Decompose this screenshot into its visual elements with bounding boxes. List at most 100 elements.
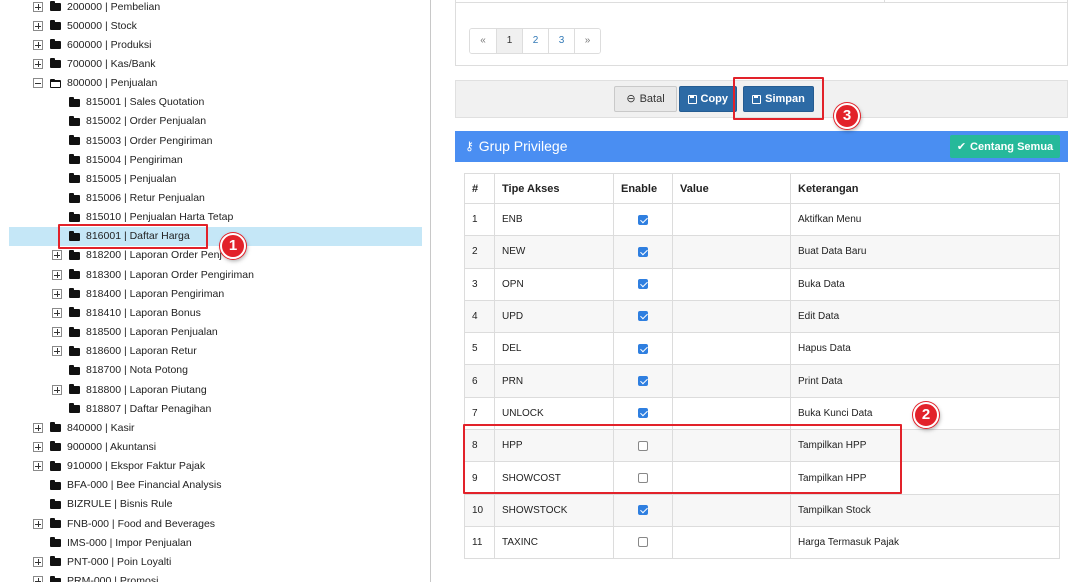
tree-node-label: 200000 | Pembelian	[67, 0, 161, 13]
expand-icon[interactable]	[52, 269, 62, 280]
collapse-icon[interactable]	[33, 78, 43, 89]
tree-node[interactable]: 500000 | Stock	[33, 16, 137, 35]
enable-checkbox[interactable]	[638, 279, 648, 290]
expand-icon[interactable]	[33, 556, 43, 567]
tree-node-label: 815006 | Retur Penjualan	[86, 192, 205, 204]
batal-button[interactable]: ⊖ Batal	[614, 86, 677, 112]
cell-value[interactable]	[672, 525, 791, 560]
cell-value[interactable]	[672, 202, 791, 237]
tree-node[interactable]: 200000 | Pembelian	[33, 0, 160, 16]
check-all-button[interactable]: ✔ Centang Semua	[950, 135, 1060, 158]
cell-type: NEW	[494, 235, 614, 269]
table-row: 2 NEW Buat Data Baru	[464, 235, 1060, 269]
tree-node[interactable]: 818600 | Laporan Retur	[52, 342, 197, 361]
check-icon: ✔	[956, 141, 967, 153]
batal-label: Batal	[639, 93, 665, 105]
folder-icon	[69, 403, 80, 414]
tree-node[interactable]: 818700 | Nota Potong	[52, 361, 188, 380]
expand-icon[interactable]	[33, 422, 43, 433]
tree-node[interactable]: 600000 | Produksi	[33, 35, 151, 54]
copy-label: Copy	[700, 93, 729, 105]
tree-node[interactable]: PRM-000 | Promosi	[33, 572, 158, 582]
cell-value[interactable]	[672, 332, 791, 366]
folder-icon	[69, 192, 80, 203]
tree-node[interactable]: 815004 | Pengiriman	[52, 150, 183, 169]
tree-node-label: PRM-000 | Promosi	[67, 575, 159, 582]
enable-checkbox[interactable]	[638, 408, 648, 419]
annotation-badge-2: 2	[913, 402, 939, 428]
expand-icon[interactable]	[52, 327, 62, 338]
tree-node-label: 910000 | Ekspor Faktur Pajak	[67, 460, 206, 473]
enable-checkbox[interactable]	[638, 343, 648, 354]
pagination: « 1 2 3 »	[469, 28, 601, 54]
expand-icon[interactable]	[33, 58, 43, 69]
tree-node[interactable]: 818400 | Laporan Pengiriman	[52, 284, 224, 303]
cell-desc: Aktifkan Menu	[790, 202, 1060, 237]
tree-node[interactable]: 818807 | Daftar Penagihan	[52, 399, 211, 418]
tree-node[interactable]: 800000 | Penjualan	[33, 74, 157, 93]
tree-node[interactable]: 815002 | Order Penjualan	[52, 112, 206, 131]
expand-icon[interactable]	[33, 39, 43, 50]
tree-node[interactable]: 815003 | Order Pengiriman	[52, 131, 212, 150]
expand-icon[interactable]	[33, 461, 43, 472]
tree-node[interactable]: BIZRULE | Bisnis Rule	[33, 495, 172, 514]
enable-checkbox[interactable]	[638, 246, 648, 257]
enable-checkbox[interactable]	[638, 505, 648, 516]
cell-value[interactable]	[672, 364, 791, 398]
tree-node[interactable]: 815005 | Penjualan	[52, 169, 176, 188]
copy-button[interactable]: Copy	[679, 86, 737, 112]
check-all-label: Centang Semua	[970, 140, 1054, 153]
enable-checkbox[interactable]	[638, 537, 648, 548]
cell-enable	[613, 267, 673, 301]
highlight-box-simpan	[733, 77, 824, 120]
tree-node[interactable]: 818800 | Laporan Piutang	[52, 380, 207, 399]
tree-node-label: 818200 | Laporan Order Penj	[86, 249, 222, 262]
tree-node[interactable]: 818300 | Laporan Order Pengiriman	[52, 265, 254, 284]
tree-node[interactable]: 840000 | Kasir	[33, 418, 135, 437]
highlight-box-daftar-harga	[58, 224, 208, 249]
expand-icon[interactable]	[52, 384, 62, 395]
expand-icon[interactable]	[52, 307, 62, 318]
pager-prev-button[interactable]: «	[470, 29, 496, 53]
cell-value[interactable]	[672, 493, 791, 527]
expand-icon[interactable]	[33, 576, 43, 582]
tree-node[interactable]: 700000 | Kas/Bank	[33, 54, 156, 73]
pager-page-3[interactable]: 3	[548, 29, 574, 53]
cell-type: DEL	[494, 332, 614, 366]
cell-value[interactable]	[672, 235, 791, 269]
tree-node[interactable]: 910000 | Ekspor Faktur Pajak	[33, 457, 205, 476]
expand-icon[interactable]	[33, 441, 43, 452]
pager-next-button[interactable]: »	[574, 29, 600, 53]
cell-value[interactable]	[672, 299, 791, 334]
expand-icon[interactable]	[33, 20, 43, 31]
enable-checkbox[interactable]	[638, 214, 648, 225]
tree-node-label: 900000 | Akuntansi	[67, 440, 157, 453]
folder-icon	[69, 345, 80, 356]
expand-icon[interactable]	[52, 288, 62, 299]
tree-node[interactable]: 815001 | Sales Quotation	[52, 93, 204, 112]
tree-node[interactable]: 818410 | Laporan Bonus	[52, 303, 201, 322]
expand-icon[interactable]	[33, 518, 43, 529]
cell-enable	[613, 299, 673, 334]
pager-page-2[interactable]: 2	[522, 29, 548, 53]
tree-node[interactable]: FNB-000 | Food and Beverages	[33, 514, 215, 533]
tree-node[interactable]: IMS-000 | Impor Penjualan	[33, 533, 192, 552]
enable-checkbox[interactable]	[638, 311, 648, 322]
col-header-desc: Keterangan	[790, 173, 1060, 204]
tree-node[interactable]: 818500 | Laporan Penjualan	[52, 323, 218, 342]
cell-value[interactable]	[672, 267, 791, 301]
expand-icon[interactable]	[52, 250, 62, 261]
tree-node[interactable]: 900000 | Akuntansi	[33, 437, 156, 456]
highlight-box-hpp-rows	[463, 424, 902, 494]
expand-icon[interactable]	[33, 1, 43, 12]
folder-icon	[69, 115, 80, 126]
tree-node[interactable]: PNT-000 | Poin Loyalti	[33, 552, 171, 571]
tree-node[interactable]: 815006 | Retur Penjualan	[52, 189, 205, 208]
enable-checkbox[interactable]	[638, 375, 648, 386]
pager-page-1[interactable]: 1	[496, 29, 522, 53]
expand-icon[interactable]	[52, 346, 62, 357]
tree-node[interactable]: BFA-000 | Bee Financial Analysis	[33, 476, 221, 495]
